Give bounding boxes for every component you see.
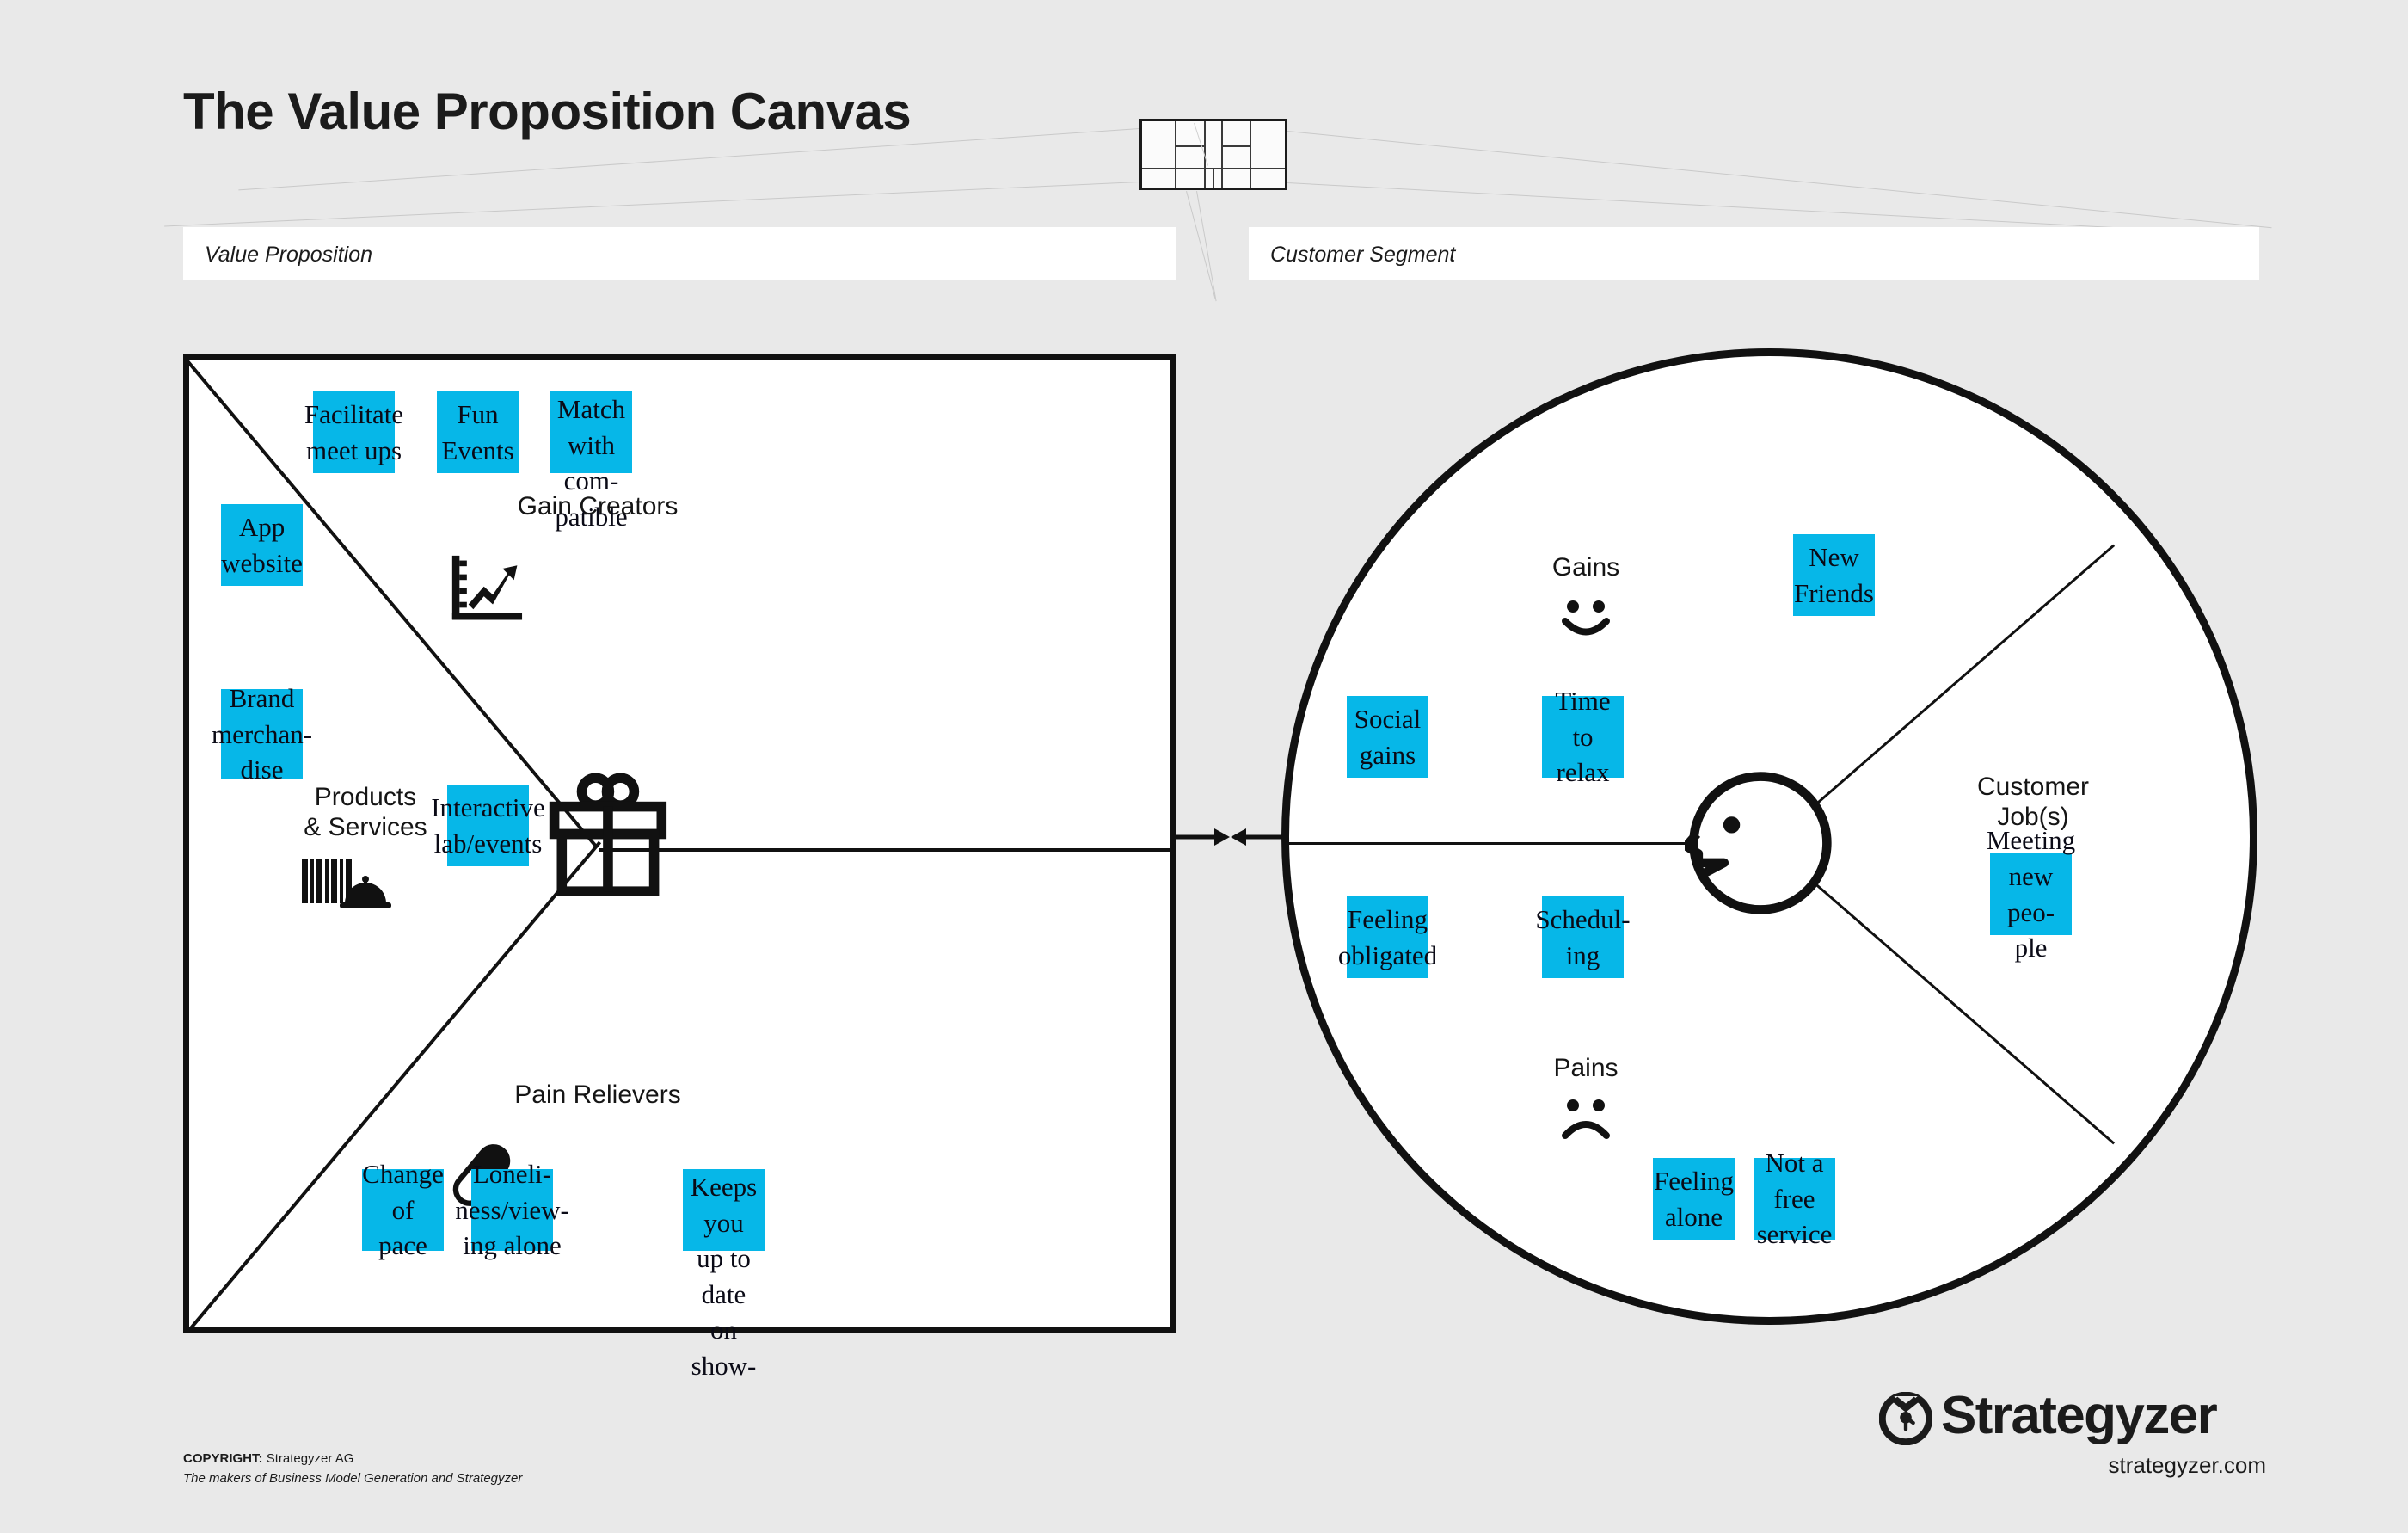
section-label-products-services: Products & Services [304, 783, 427, 842]
section-label-pains: Pains [1553, 1054, 1619, 1082]
sticky-note[interactable]: Interactive lab/events [431, 785, 545, 866]
connector-line-center-down-2 [1196, 191, 1217, 302]
sticky-note[interactable]: Social gains [1347, 696, 1428, 778]
sticky-note[interactable]: Not a free service [1754, 1148, 1835, 1249]
section-label-pain-relievers: Pain Relievers [514, 1080, 681, 1109]
strategyzer-url[interactable]: strategyzer.com [2108, 1452, 2266, 1479]
value-proposition-header-strip: Value Proposition [183, 227, 1176, 280]
frowny-face-icon [1562, 1099, 1610, 1139]
strategyzer-brand[interactable]: Strategyzer strategyzer.com [1879, 1386, 2266, 1492]
business-model-canvas-thumbnail-icon[interactable] [1140, 119, 1287, 190]
connector-line-right-bottom [1287, 182, 2129, 229]
sticky-note[interactable]: Facilitate meet ups [304, 391, 403, 473]
growth-chart-icon [452, 555, 523, 620]
sticky-note[interactable]: Match with com- patible [550, 391, 632, 532]
customer-segment-label: Customer Segment [1270, 243, 1456, 267]
copyright-tagline: The makers of Business Model Generation … [183, 1471, 523, 1487]
barcode-and-service-dome-icon [302, 859, 391, 908]
strategyzer-wordmark: Strategyzer [1941, 1386, 2218, 1445]
fit-arrows [1176, 828, 1284, 846]
section-label-gains: Gains [1551, 553, 1620, 582]
customer-head-profile-icon [1685, 772, 1832, 914]
smiley-face-icon [1562, 600, 1610, 636]
sticky-note[interactable]: Change of pace [362, 1159, 444, 1260]
page-title: The Value Proposition Canvas [183, 83, 912, 140]
strategyzer-logo-icon [1879, 1392, 1932, 1445]
canvas-page: The Value Proposition Canvas Value Propo… [0, 0, 2408, 1533]
sticky-note[interactable]: Keeps you up to date on show- [683, 1169, 765, 1381]
connector-line-right-top [1287, 131, 2272, 229]
sticky-note[interactable]: Feeling obligated [1338, 896, 1437, 978]
cs-spoke-left [1289, 842, 1686, 845]
sticky-note[interactable]: Feeling alone [1653, 1158, 1735, 1240]
sticky-note[interactable]: Schedul- ing [1535, 896, 1631, 978]
value-proposition-square: Gain Creators Facilitate meet ups Fun Ev… [183, 354, 1176, 1381]
connector-line-center-down [1186, 191, 1216, 299]
copyright-holder: Strategyzer AG [266, 1451, 354, 1466]
sticky-note[interactable]: New Friends [1793, 534, 1875, 616]
customer-segment-header-strip: Customer Segment [1249, 227, 2259, 280]
sticky-note[interactable]: Time to relax [1542, 686, 1624, 787]
sticky-note[interactable]: App website [221, 504, 303, 586]
sticky-note[interactable]: Fun Events [437, 391, 519, 473]
copyright-label: COPYRIGHT: [183, 1451, 263, 1466]
sticky-note[interactable]: Brand merchan- dise [212, 683, 312, 785]
sticky-note[interactable]: Loneli- ness/view- ing alone [455, 1159, 569, 1260]
customer-segment-circle: Gains New Friends Social gains Time to r… [1281, 348, 2258, 1325]
vp-center-horizontal-line [599, 848, 1176, 852]
gift-box-icon [549, 773, 667, 896]
value-proposition-label: Value Proposition [205, 243, 373, 267]
copyright-block: COPYRIGHT: Strategyzer AG The makers of … [183, 1449, 522, 1489]
connector-line-left-bottom [164, 182, 1140, 227]
sticky-note[interactable]: Meeting new peo- ple [1987, 825, 2075, 963]
